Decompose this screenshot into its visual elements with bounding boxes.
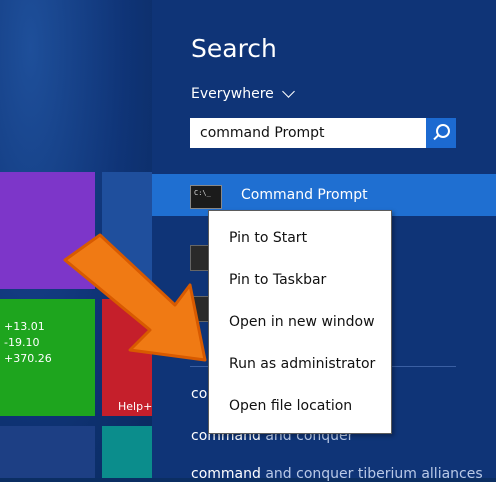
menu-item-open-new-window[interactable]: Open in new window [209,301,391,343]
help-tile-label: Help+ [118,400,152,413]
tile-bottom-left[interactable] [0,426,95,478]
suggestion-3[interactable]: command and conquer tiberium alliances [191,466,483,482]
tile-teal[interactable] [102,426,152,478]
result-label: Command Prompt [241,187,368,203]
search-input[interactable] [190,118,426,148]
search-title: Search [191,34,277,63]
suggestion-1[interactable]: co [191,386,207,402]
stock-value-1: +13.01 [4,320,45,333]
context-menu: Pin to Start Pin to Taskbar Open in new … [208,210,392,434]
menu-item-pin-to-taskbar[interactable]: Pin to Taskbar [209,259,391,301]
search-box [190,118,456,148]
stock-value-3: +370.26 [4,352,52,365]
chevron-down-icon [281,85,295,98]
cmd-icon [190,185,222,209]
menu-item-pin-to-start[interactable]: Pin to Start [209,217,391,259]
menu-item-run-as-admin[interactable]: Run as administrator [209,343,391,385]
arrow-annotation [63,233,207,362]
search-button[interactable] [426,118,456,148]
scope-label: Everywhere [191,86,274,102]
menu-item-open-file-location[interactable]: Open file location [209,385,391,427]
scope-dropdown[interactable]: Everywhere [191,85,295,102]
stock-value-2: -19.10 [4,336,40,349]
